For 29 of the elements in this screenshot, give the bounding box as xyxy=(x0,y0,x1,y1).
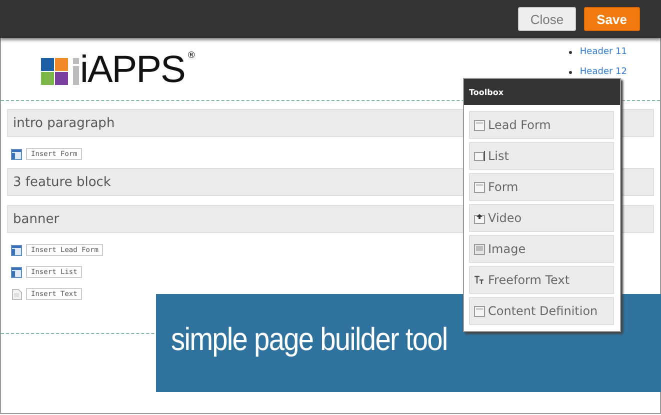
video-icon xyxy=(474,212,485,224)
toolbox-item[interactable]: List xyxy=(469,142,614,170)
logo-squares-icon xyxy=(41,58,68,85)
toolbox-item[interactable]: Video xyxy=(469,204,614,232)
toolbox-item[interactable]: Freeform Text xyxy=(469,266,614,294)
widget-icon xyxy=(11,148,22,160)
close-button[interactable]: Close xyxy=(518,7,576,31)
form-icon xyxy=(474,306,485,316)
registered-mark: ® xyxy=(186,51,196,61)
toolbox-item[interactable]: Lead Form xyxy=(469,111,614,139)
text-format-icon xyxy=(474,274,485,286)
form-icon xyxy=(474,120,485,130)
toolbox-item[interactable]: Image xyxy=(469,235,614,263)
widget-icon xyxy=(11,266,22,278)
bullet-icon xyxy=(568,70,572,74)
widget-icon xyxy=(11,244,22,256)
page-icon xyxy=(11,288,22,300)
header-link[interactable]: Header 11 xyxy=(580,47,627,57)
header-link[interactable]: Header 12 xyxy=(580,67,627,77)
save-button[interactable]: Save xyxy=(584,7,640,31)
form-icon xyxy=(474,182,485,192)
list-icon xyxy=(474,150,485,162)
logo-text: iAPPS xyxy=(80,55,185,85)
toolbox-item[interactable]: Form xyxy=(469,173,614,201)
toolbox-item[interactable]: Content Definition xyxy=(469,297,614,325)
caption-text: simple page builder tool xyxy=(171,320,448,358)
image-icon xyxy=(474,244,485,254)
toolbox-title: Toolbox xyxy=(464,79,620,105)
bullet-icon xyxy=(568,50,572,54)
